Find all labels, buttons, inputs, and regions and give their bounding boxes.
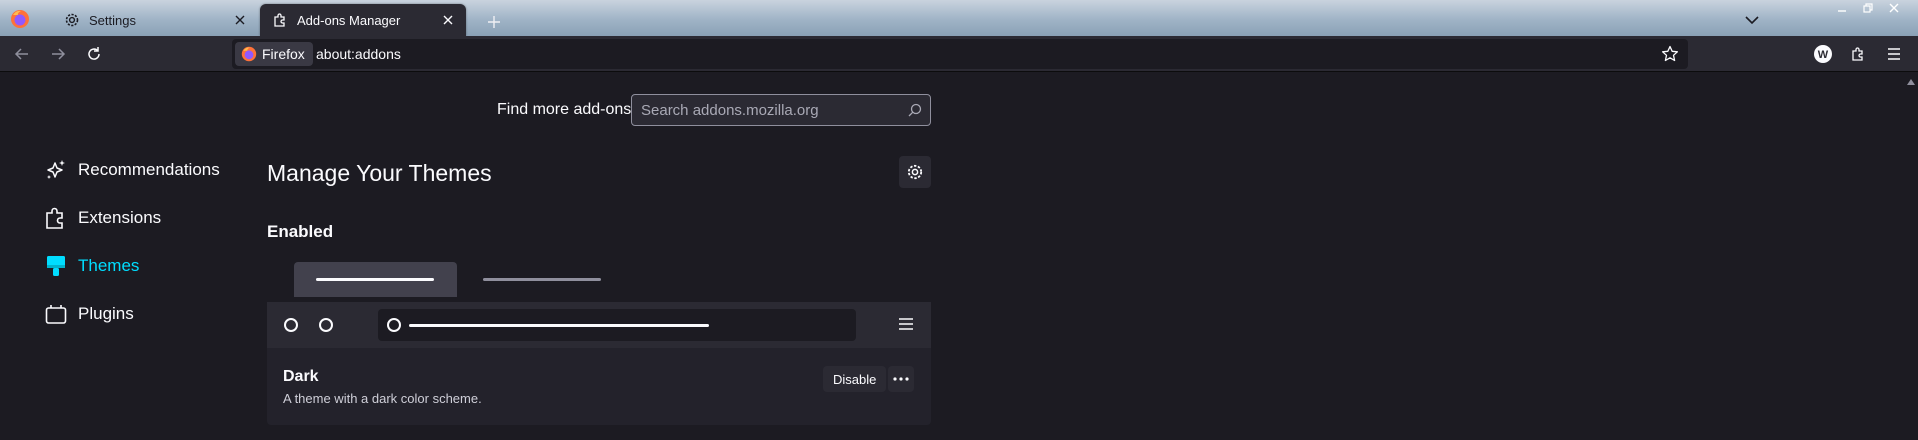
preview-tab-line: [316, 278, 434, 281]
search-icon[interactable]: [908, 103, 922, 117]
chevron-down-icon[interactable]: [1740, 8, 1764, 32]
section-heading-enabled: Enabled: [267, 222, 334, 241]
sidebar-item-label: Recommendations: [78, 160, 220, 179]
preview-circle-icon: [387, 318, 401, 332]
theme-card: Dark A theme with a dark color scheme. D…: [267, 348, 931, 425]
new-tab-plus-icon[interactable]: [482, 10, 506, 34]
addons-search-box: [631, 94, 931, 126]
account-avatar-letter: W: [1818, 49, 1829, 61]
theme-preview-toolbar: [267, 302, 931, 348]
scroll-up-arrow-icon[interactable]: [1907, 78, 1915, 86]
close-window-icon[interactable]: [1884, 0, 1904, 16]
sidebar-item-label: Themes: [78, 256, 140, 275]
account-avatar-icon[interactable]: W: [1809, 40, 1837, 68]
url-text[interactable]: about:addons: [316, 46, 401, 62]
preview-url-bar: [378, 309, 856, 341]
sidebar-item-label: Plugins: [78, 304, 134, 323]
tab-label: Settings: [89, 12, 136, 28]
tools-gear-button[interactable]: [899, 156, 931, 188]
preview-circle-icon: [319, 318, 333, 332]
minimize-icon[interactable]: [1832, 0, 1852, 16]
close-tab-icon[interactable]: [436, 8, 460, 32]
close-tab-icon[interactable]: [228, 8, 252, 32]
reload-icon[interactable]: [80, 40, 108, 68]
theme-name: Dark: [283, 368, 319, 385]
sidebar-item-recommendations[interactable]: Recommendations: [44, 155, 244, 185]
theme-preview-tab: [294, 262, 457, 297]
back-arrow-icon[interactable]: [8, 40, 36, 68]
find-more-addons-label: Find more add-ons: [497, 101, 632, 118]
tab-settings[interactable]: Settings: [52, 4, 258, 36]
scrollbar[interactable]: [1904, 73, 1918, 440]
sidebar-item-label: Extensions: [78, 208, 162, 227]
sidebar-item-themes[interactable]: Themes: [44, 251, 244, 281]
hamburger-menu-icon[interactable]: [1880, 40, 1908, 68]
navigation-toolbar: Firefox about:addons W: [0, 36, 1918, 72]
puzzle-icon: [272, 12, 288, 28]
tab-strip: Settings Add-ons Manager: [0, 0, 1918, 36]
firefox-logo-icon: [241, 46, 257, 62]
sparkle-icon: [44, 158, 68, 182]
addons-search-input[interactable]: [632, 95, 902, 125]
url-bar[interactable]: Firefox about:addons: [232, 39, 1688, 69]
tab-addons-manager[interactable]: Add-ons Manager: [260, 4, 466, 36]
preview-url-line: [409, 324, 709, 327]
sidebar-item-plugins[interactable]: Plugins: [44, 299, 244, 329]
tab-label: Add-ons Manager: [297, 12, 401, 28]
firefox-logo-icon[interactable]: [10, 9, 30, 29]
preview-menu-icon: [898, 317, 914, 331]
forward-arrow-icon[interactable]: [44, 40, 72, 68]
more-options-icon[interactable]: [888, 366, 914, 392]
plugin-icon: [44, 302, 68, 326]
sidebar-item-extensions[interactable]: Extensions: [44, 203, 244, 233]
preview-circle-icon: [284, 318, 298, 332]
gear-icon: [64, 12, 80, 28]
bookmark-star-icon[interactable]: [1658, 42, 1682, 66]
restore-icon[interactable]: [1858, 0, 1878, 16]
brush-icon: [44, 254, 68, 278]
puzzle-icon: [44, 206, 68, 230]
window-controls: [1832, 0, 1904, 18]
gear-icon: [906, 163, 924, 181]
identity-box[interactable]: Firefox: [235, 42, 313, 66]
disable-button[interactable]: Disable: [823, 366, 887, 392]
preview-tab-line: [483, 278, 601, 281]
identity-label: Firefox: [262, 46, 305, 62]
extensions-puzzle-icon[interactable]: [1844, 40, 1872, 68]
page-title: Manage Your Themes: [267, 160, 492, 186]
theme-description: A theme with a dark color scheme.: [283, 391, 482, 406]
